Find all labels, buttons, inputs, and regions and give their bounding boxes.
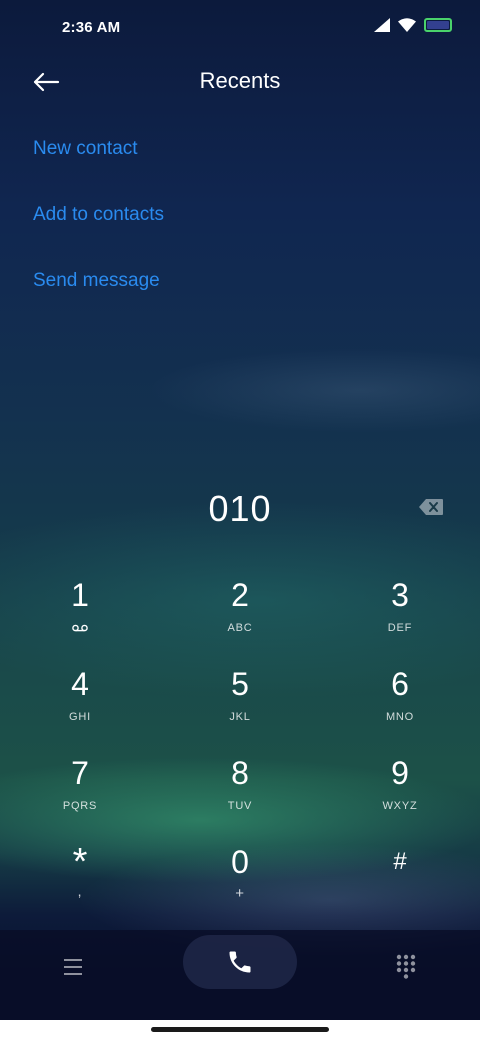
- battery-fill: [427, 21, 449, 29]
- keypad-row: * , 0 + #: [0, 835, 480, 924]
- key-letters: ABC: [227, 622, 253, 634]
- battery-icon: [424, 18, 452, 32]
- menu-icon: [64, 959, 82, 975]
- key-star[interactable]: * ,: [0, 835, 160, 924]
- number-display: 010: [0, 482, 480, 538]
- status-time: 2:36 AM: [62, 19, 121, 36]
- key-7[interactable]: 7 PQRS: [0, 746, 160, 835]
- keypad-row: 1 2 ABC 3 DEF: [0, 568, 480, 657]
- key-letters: JKL: [229, 711, 251, 723]
- key-letters: ,: [77, 883, 83, 899]
- signal-icon: [374, 18, 390, 32]
- backspace-icon: [419, 499, 443, 515]
- key-9[interactable]: 9 WXYZ: [320, 746, 480, 835]
- key-digit: 8: [231, 755, 249, 791]
- dialed-number: 010: [208, 488, 272, 529]
- key-digit: 4: [71, 666, 89, 702]
- key-digit: 7: [71, 755, 89, 791]
- key-letters: WXYZ: [382, 800, 418, 812]
- status-icons: [374, 18, 452, 32]
- home-indicator[interactable]: [151, 1027, 329, 1032]
- key-2[interactable]: 2 ABC: [160, 568, 320, 657]
- keypad: 1 2 ABC 3 DEF 4 GHI 5 JKL 6 MNO 7 PQRS 8…: [0, 568, 480, 924]
- key-digit: 3: [391, 577, 409, 613]
- phone-icon: [229, 951, 251, 973]
- key-letters: DEF: [387, 622, 413, 634]
- key-letters: GHI: [69, 711, 91, 723]
- key-letters: MNO: [385, 711, 415, 723]
- key-digit: 9: [391, 755, 409, 791]
- key-letters: PQRS: [62, 800, 98, 812]
- new-contact-link[interactable]: New contact: [33, 130, 164, 196]
- status-bar: 2:36 AM: [0, 0, 480, 56]
- key-digit: 5: [231, 666, 249, 702]
- key-letters: TUV: [227, 800, 253, 812]
- number-actions: New contact Add to contacts Send message: [33, 130, 164, 328]
- send-message-link[interactable]: Send message: [33, 262, 164, 328]
- bottom-bar: [0, 930, 480, 1020]
- key-3[interactable]: 3 DEF: [320, 568, 480, 657]
- page-title: Recents: [199, 68, 281, 93]
- key-8[interactable]: 8 TUV: [160, 746, 320, 835]
- menu-button[interactable]: [62, 956, 84, 978]
- backspace-button[interactable]: [418, 498, 444, 516]
- key-5[interactable]: 5 JKL: [160, 657, 320, 746]
- system-nav-bar: [0, 1020, 480, 1040]
- key-1[interactable]: 1: [0, 568, 160, 657]
- key-4[interactable]: 4 GHI: [0, 657, 160, 746]
- key-digit: *: [72, 841, 88, 883]
- wifi-icon: [398, 18, 416, 32]
- dialpad-icon: [396, 954, 416, 979]
- add-to-contacts-link[interactable]: Add to contacts: [33, 196, 164, 262]
- key-letters: +: [235, 885, 245, 902]
- dialpad-toggle-button[interactable]: [396, 954, 416, 980]
- key-digit: 2: [231, 577, 249, 613]
- keypad-row: 7 PQRS 8 TUV 9 WXYZ: [0, 746, 480, 835]
- key-digit: 6: [391, 666, 409, 702]
- key-6[interactable]: 6 MNO: [320, 657, 480, 746]
- key-digit: 0: [231, 844, 249, 880]
- keypad-row: 4 GHI 5 JKL 6 MNO: [0, 657, 480, 746]
- key-0[interactable]: 0 +: [160, 835, 320, 924]
- key-digit: #: [393, 848, 407, 875]
- key-hash[interactable]: #: [320, 835, 480, 924]
- key-digit: 1: [71, 577, 89, 613]
- call-button[interactable]: [183, 935, 297, 989]
- dialer-screen: 2:36 AM Recents New contact Add to conta…: [0, 0, 480, 1040]
- header: Recents: [0, 56, 480, 108]
- voicemail-icon: [0, 624, 160, 632]
